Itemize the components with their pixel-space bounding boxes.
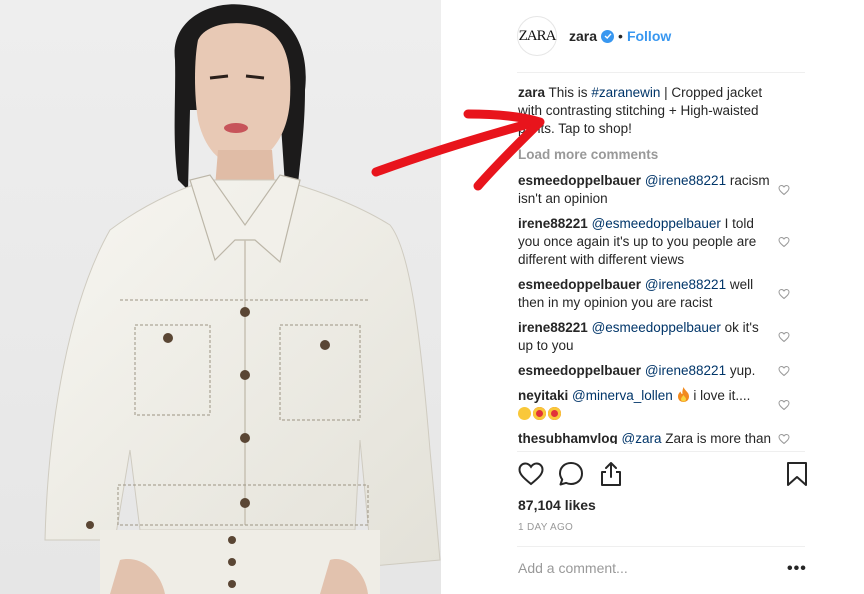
comment-item: thesubhamvlog @zara Zara is more than lo… [518,430,808,444]
heart-icon[interactable] [778,365,790,377]
header-separator: • [618,28,623,44]
verified-badge-icon [601,29,615,43]
post-caption: zara This is #zaranewin | Cropped jacket… [518,84,808,138]
heart-icon[interactable] [778,184,790,196]
heart-icon[interactable] [778,433,790,444]
post-timestamp: 1 DAY AGO [518,522,574,533]
post-header: ZARA zara • Follow [517,14,807,58]
load-more-comments-button[interactable]: Load more comments [518,146,808,164]
comment-text: yup. [726,363,756,378]
comment-username[interactable]: neyitaki [518,388,568,403]
heart-icon[interactable] [778,331,790,343]
comment-mention[interactable]: @irene88221 [645,277,726,292]
bookmark-icon[interactable] [783,460,811,488]
comment-item: esmeedoppelbauer @irene88221 racism isn'… [518,172,808,208]
avatar-logo-text: ZARA [518,27,557,44]
add-comment-input[interactable]: Add a comment... [518,560,758,576]
comment-username[interactable]: esmeedoppelbauer [518,277,641,292]
comment-mention[interactable]: @irene88221 [645,173,726,188]
more-options-button[interactable]: ••• [787,560,807,578]
comment-item: irene88221 @esmeedoppelbauer I told you … [518,215,808,269]
avatar[interactable]: ZARA [517,16,557,56]
comment-mention[interactable]: @minerva_lollen [572,388,673,403]
comment-item: esmeedoppelbauer @irene88221 well then i… [518,276,808,312]
comment-username[interactable]: irene88221 [518,216,588,231]
comment-username[interactable]: irene88221 [518,320,588,335]
comment-item: irene88221 @esmeedoppelbauer ok it's up … [518,319,808,355]
fire-emoji-icon [677,387,689,402]
post-photo [0,0,441,594]
header-username[interactable]: zara [569,28,597,44]
share-icon[interactable] [597,460,625,488]
comment-item: neyitaki @minerva_lollen i love it.... [518,387,808,423]
comment-bubble-icon[interactable] [557,460,585,488]
caption-username[interactable]: zara [518,85,545,100]
comments-list[interactable]: zara This is #zaranewin | Cropped jacket… [518,84,808,444]
heart-icon[interactable] [778,236,790,248]
follow-button[interactable]: Follow [627,28,671,44]
comment-username[interactable]: thesubhamvlog [518,431,618,444]
comment-input-divider [517,546,805,547]
comment-mention[interactable]: @zara [622,431,662,444]
comment-mention[interactable]: @irene88221 [645,363,726,378]
post-details-panel: ZARA zara • Follow zara This is #zaranew… [500,0,820,594]
heart-eyes-emoji-icon [548,407,561,420]
comment-mention[interactable]: @esmeedoppelbauer [592,320,721,335]
heart-icon[interactable] [778,288,790,300]
header-divider [517,72,805,73]
like-heart-icon[interactable] [517,460,545,488]
likes-count[interactable]: 87,104 likes [518,497,596,513]
comment-item: esmeedoppelbauer @irene88221 yup. [518,362,808,380]
expressionless-emoji-icon [518,407,531,420]
heart-eyes-emoji-icon [533,407,546,420]
comment-text: i love it.... [693,388,751,403]
actions-divider [517,451,805,452]
caption-text-pre: This is [548,85,592,100]
post-actions [517,460,807,490]
comment-username[interactable]: esmeedoppelbauer [518,363,641,378]
comment-username[interactable]: esmeedoppelbauer [518,173,641,188]
comment-mention[interactable]: @esmeedoppelbauer [592,216,721,231]
heart-icon[interactable] [778,399,790,411]
caption-hashtag[interactable]: #zaranewin [591,85,660,100]
